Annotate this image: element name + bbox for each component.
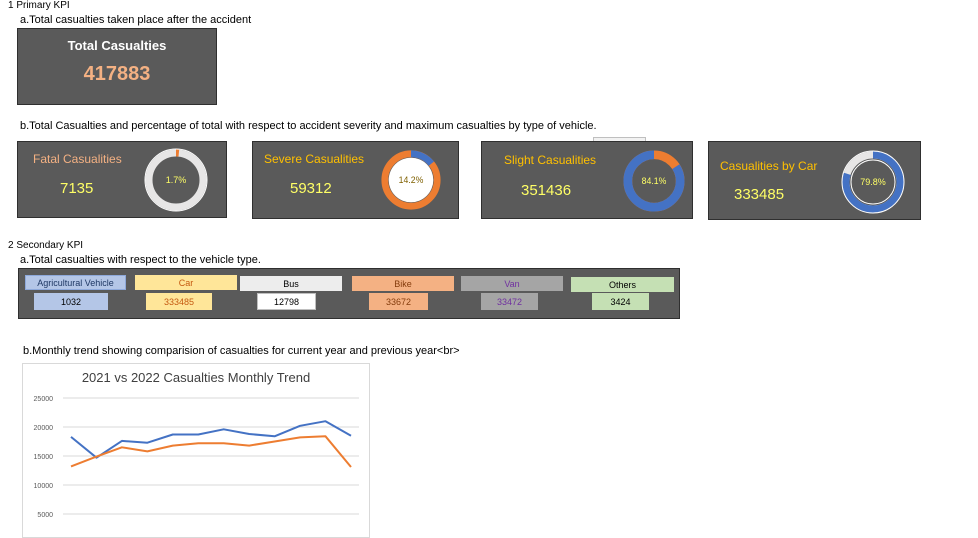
- severe-casualties-value: 59312: [290, 180, 332, 197]
- fatal-casualties-title: Fatal Casualities: [33, 152, 122, 166]
- fatal-casualties-card[interactable]: Fatal Casualities 7135 1.7%: [17, 141, 227, 218]
- vehicle-name-car: Car: [135, 275, 237, 290]
- severe-casualties-title: Severe Casualities: [264, 152, 365, 166]
- slight-casualties-value: 351436: [521, 182, 572, 199]
- total-casualties-card[interactable]: Total Casualties 417883: [17, 28, 217, 105]
- vehicle-value-bike: 33672: [369, 293, 428, 310]
- vehicle-name-bus: Bus: [240, 276, 342, 291]
- car-casualties-card[interactable]: Casualities by Car 333485 79.8%: [708, 141, 921, 220]
- severe-percentage-label: 14.2%: [399, 175, 424, 185]
- slight-casualties-card[interactable]: Slight Casualities 351436 84.1%: [481, 141, 693, 219]
- chart-plot-area: 25000 20000 15000 10000 5000: [34, 396, 359, 519]
- vehicle-value-others: 3424: [592, 293, 649, 310]
- slight-percentage-donut: 84.1%: [623, 150, 685, 212]
- vehicle-value-car: 333485: [146, 293, 212, 310]
- monthly-trend-chart[interactable]: 2021 vs 2022 Casualties Monthly Trend 25…: [22, 363, 370, 538]
- fatal-percentage-donut: 1.7%: [144, 148, 208, 212]
- slight-percentage-label: 84.1%: [642, 176, 667, 186]
- primary-kpi-heading: 1 Primary KPI: [8, 0, 70, 11]
- vehicle-name-bike: Bike: [352, 276, 454, 291]
- slight-casualties-title: Slight Casualities: [504, 153, 597, 167]
- vehicle-value-agricultural: 1032: [34, 293, 108, 310]
- total-casualties-value: 417883: [83, 63, 151, 85]
- severe-casualties-card[interactable]: Severe Casualities 59312 14.2%: [252, 141, 459, 219]
- vehicle-type-panel[interactable]: Agricultural Vehicle 1032 Car 333485 Bus…: [18, 268, 680, 319]
- series-line-2: [70, 435, 352, 468]
- y-tick-label: 25000: [34, 396, 54, 403]
- car-percentage-donut: 79.8%: [841, 150, 905, 214]
- severe-percentage-donut: 14.2%: [381, 150, 441, 210]
- fatal-casualties-value: 7135: [60, 180, 94, 197]
- total-casualties-title: Total Casualties: [67, 38, 167, 53]
- total-casualties-caption: a.Total casualties taken place after the…: [20, 14, 252, 26]
- secondary-kpi-heading: 2 Secondary KPI: [8, 240, 84, 251]
- car-percentage-label: 79.8%: [860, 177, 886, 187]
- vehicle-name-van: Van: [461, 276, 563, 291]
- car-casualties-title: Casualities by Car: [720, 159, 818, 173]
- vehicle-name-agricultural: Agricultural Vehicle: [25, 275, 126, 290]
- vehicle-value-van: 33472: [481, 293, 538, 310]
- y-tick-label: 15000: [34, 454, 54, 461]
- y-tick-label: 10000: [34, 483, 54, 490]
- vehicle-value-bus: 12798: [257, 293, 316, 310]
- vehicle-type-caption: a.Total casualties with respect to the v…: [20, 254, 261, 266]
- y-tick-label: 5000: [37, 512, 53, 519]
- monthly-trend-caption: b.Monthly trend showing comparision of c…: [23, 345, 460, 357]
- fatal-percentage-label: 1.7%: [166, 175, 187, 185]
- severity-caption: b.Total Casualties and percentage of tot…: [20, 120, 597, 132]
- car-casualties-value: 333485: [734, 186, 785, 203]
- y-tick-label: 20000: [34, 425, 54, 432]
- vehicle-name-others: Others: [571, 277, 674, 292]
